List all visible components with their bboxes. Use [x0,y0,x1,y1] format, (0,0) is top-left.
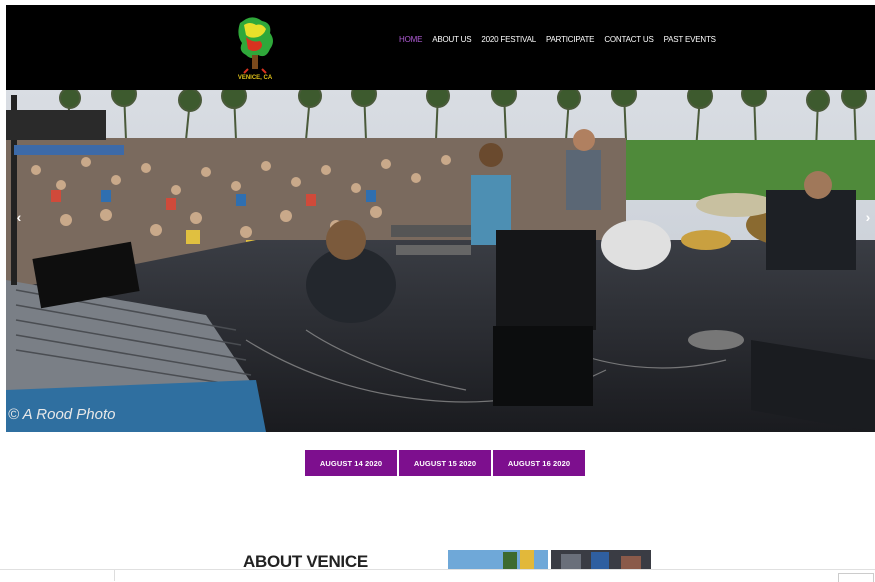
photo-credit: © A Rood Photo [8,406,116,423]
nav-participate[interactable]: PARTICIPATE [546,35,595,44]
hero-image [6,90,875,432]
logo-text: VENICE, CA [238,75,273,81]
date-button-aug-16[interactable]: AUGUST 16 2020 [493,450,585,476]
scroll-top-button[interactable] [838,573,874,582]
site-header: VENICE, CA HOME ABOUT US 2020 FESTIVAL P… [6,5,875,90]
festival-dates: AUGUST 14 2020 AUGUST 15 2020 AUGUST 16 … [305,450,585,476]
nav-about-us[interactable]: ABOUT US [432,35,471,44]
about-thumbnail-1 [448,550,548,570]
nav-past-events[interactable]: PAST EVENTS [664,35,716,44]
date-button-aug-15[interactable]: AUGUST 15 2020 [399,450,491,476]
nav-home[interactable]: HOME [399,35,422,44]
main-nav: HOME ABOUT US 2020 FESTIVAL PARTICIPATE … [399,35,726,44]
slider-prev-button[interactable]: ‹ [12,208,26,226]
hero-slider: ‹ › [6,90,875,432]
nav-contact-us[interactable]: CONTACT US [604,35,653,44]
slider-next-button[interactable]: › [861,208,875,226]
chevron-right-icon: › [865,209,871,225]
site-logo[interactable]: VENICE, CA [232,15,278,83]
chevron-left-icon: ‹ [16,209,22,225]
divider [114,570,115,581]
date-button-aug-14[interactable]: AUGUST 14 2020 [305,450,397,476]
bottom-bar [0,569,875,582]
about-thumbnail-2 [551,550,651,570]
nav-2020-festival[interactable]: 2020 FESTIVAL [481,35,536,44]
